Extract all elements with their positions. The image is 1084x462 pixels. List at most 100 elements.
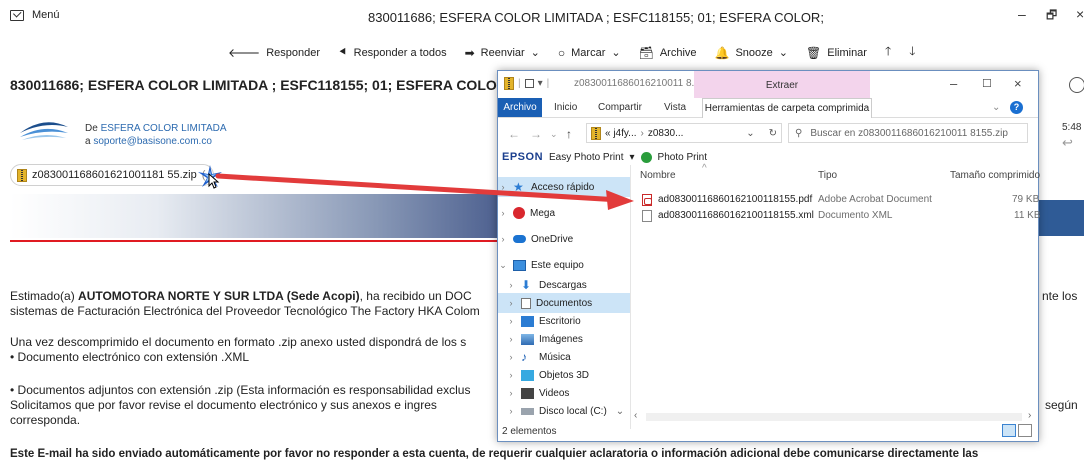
explorer-maximize-button[interactable]: ☐ [982,77,992,90]
chevron-right-icon[interactable]: › [506,316,516,326]
nav-item-videos[interactable]: › Videos [498,383,630,403]
file-row-pdf[interactable]: ad08300116860162100118155.pdf Adobe Acro… [632,193,1039,208]
reply-arrow-icon[interactable]: ↩ [1062,135,1073,151]
file-type: Adobe Acrobat Document [818,194,932,205]
column-name[interactable]: Nombre [640,170,676,181]
ribbon-collapse-icon[interactable]: ⌄ [992,102,1000,113]
chevron-down-icon[interactable]: ⌄ [746,128,754,139]
tab-vista[interactable]: Vista [664,102,686,113]
next-button[interactable]: 🡓 [909,42,915,63]
extract-tab[interactable]: Extraer [694,71,870,98]
explorer-close-button[interactable]: × [1014,76,1022,91]
photo-print-button[interactable]: Photo Print [658,152,707,163]
reply-all-button[interactable]: ⯇ Responder a todos [338,45,447,60]
chevron-right-icon[interactable]: › [498,182,508,192]
nav-label: Videos [539,387,570,399]
nav-item-desktop[interactable]: › Escritorio [498,311,630,331]
chevron-right-icon[interactable]: › [506,280,516,290]
chevron-right-icon[interactable]: › [506,406,516,416]
chevron-down-icon[interactable]: ▾ [630,152,635,163]
address-bar[interactable]: « j4fy... › z0830... ⌄ ↻ [586,123,782,143]
column-type[interactable]: Tipo [818,170,837,181]
details-view-icon[interactable] [1002,424,1016,437]
scroll-track[interactable] [646,413,1022,421]
minimize-button[interactable]: – [1018,6,1026,22]
reply-button[interactable]: 🡐 Responder [228,45,320,60]
chevron-right-icon[interactable]: › [506,370,516,380]
forward-button[interactable]: ➡ Reenviar ⌄ [465,46,540,60]
checkbox-icon[interactable] [524,79,534,88]
refresh-icon[interactable]: ↻ [769,128,777,139]
column-size[interactable]: Tamaño comprimido [950,170,1040,181]
nav-item-documents[interactable]: › Documentos [498,293,630,313]
breadcrumb-part-2[interactable]: z0830... [648,128,684,139]
menu-button[interactable]: Menú [10,9,60,21]
nav-item-local-disk[interactable]: › Disco local (C:) ⌄ [498,401,630,421]
nav-item-3d-objects[interactable]: › Objetos 3D [498,365,630,385]
search-icon: ⚲ [795,127,803,139]
previous-button[interactable]: 🡑 [885,42,891,63]
scroll-left-icon[interactable]: ‹ [634,410,637,421]
chevron-right-icon[interactable]: › [506,388,516,398]
explorer-minimize-button[interactable]: – [950,76,957,91]
body-paragraph-2: sistemas de Facturación Electrónica del … [10,304,480,318]
chevron-right-icon[interactable]: › [498,234,508,244]
delete-button[interactable]: 🗑 Eliminar [806,46,867,60]
banner-divider [10,240,498,242]
help-icon[interactable]: ? [1010,101,1023,114]
tab-compartir[interactable]: Compartir [598,102,642,113]
nav-item-downloads[interactable]: › ⬇ Descargas [498,275,630,295]
easy-photo-print-button[interactable]: Easy Photo Print [549,152,623,163]
horizontal-scrollbar[interactable]: ‹ › [632,410,1038,423]
nav-item-images[interactable]: › Imágenes [498,329,630,349]
sender-logo [20,122,68,140]
image-icon [521,333,534,345]
body-bullet-zip: • Documentos adjuntos con extensión .zip… [10,383,471,397]
flag-button[interactable]: ○ Marcar ⌄ [558,46,621,60]
explorer-title: z0830011686016210011 8... [574,78,700,89]
navigation-pane: › ★ Acceso rápido › Mega › OneDrive ⌄ Este eq… [498,165,631,429]
nav-item-onedrive[interactable]: › OneDrive [498,229,630,249]
chevron-down-icon[interactable]: ⌄ [550,129,558,140]
archive-button[interactable]: 🗃 Archive [639,46,697,60]
mail-icon [10,9,24,21]
tab-inicio[interactable]: Inicio [554,102,577,113]
close-button[interactable]: × [1076,6,1084,22]
scroll-right-icon[interactable]: › [1028,410,1031,421]
nav-item-music[interactable]: › ♪ Música [498,347,630,367]
sender-name-link[interactable]: ESFERA COLOR LIMITADA [101,123,227,134]
sort-up-icon: ^ [702,163,707,174]
snooze-button[interactable]: 🔔 Snooze ⌄ [715,46,788,60]
bell-icon: 🔔 [714,45,730,60]
restore-button[interactable]: 🗗 [1046,6,1057,27]
dropdown-icon[interactable]: ▾ [538,78,543,89]
back-arrow-icon[interactable]: ← [508,127,520,141]
document-icon [521,297,531,309]
nav-item-quick-access[interactable]: › ★ Acceso rápido [498,177,630,197]
chevron-right-icon[interactable]: › [506,352,516,362]
chevron-right-icon[interactable]: › [506,334,516,344]
chevron-right-icon[interactable]: › [498,208,508,218]
large-icons-view-icon[interactable] [1018,424,1032,437]
quick-access-toolbar: | ▾ | [504,77,549,90]
scroll-down-icon[interactable]: ⌄ [616,406,624,417]
attachment-chip[interactable]: z083001168601621001181 55.zip ( [10,164,215,186]
up-arrow-icon[interactable]: ↑ [566,127,572,141]
nav-item-mega[interactable]: › Mega [498,203,630,223]
cursor-highlight-icon [198,165,222,189]
search-box[interactable]: ⚲ Buscar en z0830011686016210011 8155.zi… [788,123,1028,143]
recipient-address-link[interactable]: soporte@basisone.com.co [93,136,212,147]
file-row-xml[interactable]: ad08300116860162100118155.xml Documento … [632,209,1041,224]
reply-icon: 🡐 [228,46,261,60]
tab-archivo[interactable]: Archivo [498,98,542,117]
address-bar-row: ← → ⌄ ↑ « j4fy... › z0830... ⌄ ↻ ⚲ Busca… [498,119,1038,147]
nav-item-this-pc[interactable]: ⌄ Este equipo [498,255,630,275]
chevron-right-icon[interactable]: › [506,298,516,308]
photo-print-icon [640,151,652,163]
tab-compressed-folder-tools[interactable]: Herramientas de carpeta comprimida [702,98,872,118]
forward-arrow-icon[interactable]: → [530,127,542,141]
chevron-down-icon[interactable]: ⌄ [498,260,508,271]
more-icon[interactable] [1069,77,1084,93]
breadcrumb-part-1[interactable]: « j4fy... [605,128,637,139]
video-icon [521,387,534,399]
